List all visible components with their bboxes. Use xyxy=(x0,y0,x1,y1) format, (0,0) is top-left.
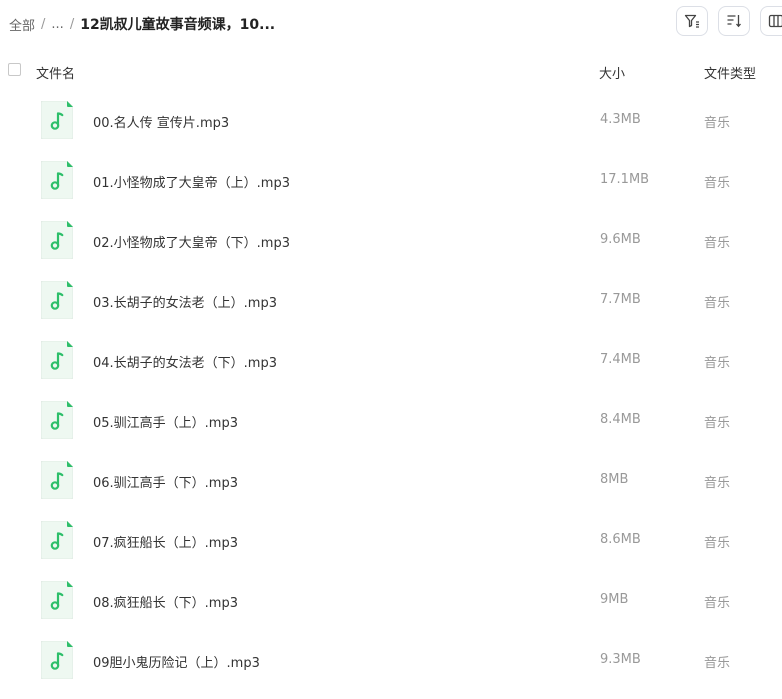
file-type: 音乐 xyxy=(704,236,731,251)
file-row[interactable]: 02.小怪物成了大皇帝（下）.mp3 9.6MB 音乐 xyxy=(0,211,782,271)
file-name[interactable]: 06.驯江高手（下）.mp3 xyxy=(93,472,238,491)
sort-button[interactable] xyxy=(718,6,750,36)
sort-icon xyxy=(727,15,741,28)
file-row[interactable]: 04.长胡子的女法老（下）.mp3 7.4MB 音乐 xyxy=(0,331,782,391)
breadcrumb-separator: / xyxy=(69,16,75,32)
music-file-icon xyxy=(41,341,73,379)
file-row[interactable]: 05.驯江高手（上）.mp3 8.4MB 音乐 xyxy=(0,391,782,451)
file-size: 7.4MB xyxy=(600,352,641,367)
file-row[interactable]: 08.疯狂船长（下）.mp3 9MB 音乐 xyxy=(0,571,782,631)
file-type: 音乐 xyxy=(704,596,731,611)
column-header-name[interactable]: 文件名 xyxy=(36,63,75,82)
column-header-type[interactable]: 文件类型 xyxy=(704,63,756,82)
column-view-icon xyxy=(768,14,782,28)
music-file-icon xyxy=(41,581,73,619)
breadcrumb-ellipsis[interactable]: ... xyxy=(51,17,63,32)
file-list-header: 文件名 大小 文件类型 xyxy=(0,56,782,86)
file-name[interactable]: 08.疯狂船长（下）.mp3 xyxy=(93,592,238,611)
file-name[interactable]: 05.驯江高手（上）.mp3 xyxy=(93,412,238,431)
breadcrumb-current: 12凯叔儿童故事音频课，10... xyxy=(80,17,276,33)
file-list: 00.名人传 宣传片.mp3 4.3MB 音乐 01.小怪物成了大皇帝（上）.m… xyxy=(0,91,782,691)
music-file-icon xyxy=(41,521,73,559)
file-type: 音乐 xyxy=(704,176,731,191)
filter-button[interactable] xyxy=(676,6,708,36)
view-toggle-button[interactable] xyxy=(760,6,782,36)
music-file-icon xyxy=(41,401,73,439)
file-name[interactable]: 04.长胡子的女法老（下）.mp3 xyxy=(93,352,277,371)
file-size: 8.4MB xyxy=(600,412,641,427)
file-row[interactable]: 00.名人传 宣传片.mp3 4.3MB 音乐 xyxy=(0,91,782,151)
file-row[interactable]: 03.长胡子的女法老（上）.mp3 7.7MB 音乐 xyxy=(0,271,782,331)
file-name[interactable]: 09胆小鬼历险记（上）.mp3 xyxy=(93,652,260,671)
breadcrumb: 全部 / ... / 12凯叔儿童故事音频课，10... xyxy=(9,14,275,34)
breadcrumb-separator: / xyxy=(41,16,46,32)
music-file-icon xyxy=(41,281,73,319)
file-type: 音乐 xyxy=(704,116,731,131)
music-file-icon xyxy=(41,101,73,139)
file-size: 9.6MB xyxy=(600,232,641,247)
music-file-icon xyxy=(41,221,73,259)
select-all-checkbox[interactable] xyxy=(8,63,21,76)
file-name[interactable]: 02.小怪物成了大皇帝（下）.mp3 xyxy=(93,232,290,251)
file-type: 音乐 xyxy=(704,476,731,491)
file-size: 17.1MB xyxy=(600,172,650,187)
column-header-size[interactable]: 大小 xyxy=(599,63,625,82)
file-type: 音乐 xyxy=(704,656,731,671)
file-row[interactable]: 07.疯狂船长（上）.mp3 8.6MB 音乐 xyxy=(0,511,782,571)
file-row[interactable]: 01.小怪物成了大皇帝（上）.mp3 17.1MB 音乐 xyxy=(0,151,782,211)
file-type: 音乐 xyxy=(704,356,731,371)
file-name[interactable]: 01.小怪物成了大皇帝（上）.mp3 xyxy=(93,172,290,191)
file-size: 4.3MB xyxy=(600,112,641,127)
file-type: 音乐 xyxy=(704,296,731,311)
file-type: 音乐 xyxy=(704,536,731,551)
music-file-icon xyxy=(41,641,73,679)
breadcrumb-root[interactable]: 全部 xyxy=(9,15,35,34)
file-size: 8MB xyxy=(600,472,629,487)
file-name[interactable]: 00.名人传 宣传片.mp3 xyxy=(93,112,229,131)
music-file-icon xyxy=(41,161,73,199)
file-name[interactable]: 07.疯狂船长（上）.mp3 xyxy=(93,532,238,551)
file-size: 7.7MB xyxy=(600,292,641,307)
file-row[interactable]: 06.驯江高手（下）.mp3 8MB 音乐 xyxy=(0,451,782,511)
music-file-icon xyxy=(41,461,73,499)
file-size: 9.3MB xyxy=(600,652,641,667)
file-type: 音乐 xyxy=(704,416,731,431)
filter-icon xyxy=(684,14,699,28)
file-name[interactable]: 03.长胡子的女法老（上）.mp3 xyxy=(93,292,277,311)
toolbar xyxy=(676,6,782,36)
file-size: 8.6MB xyxy=(600,532,641,547)
file-row[interactable]: 09胆小鬼历险记（上）.mp3 9.3MB 音乐 xyxy=(0,631,782,691)
file-size: 9MB xyxy=(600,592,629,607)
